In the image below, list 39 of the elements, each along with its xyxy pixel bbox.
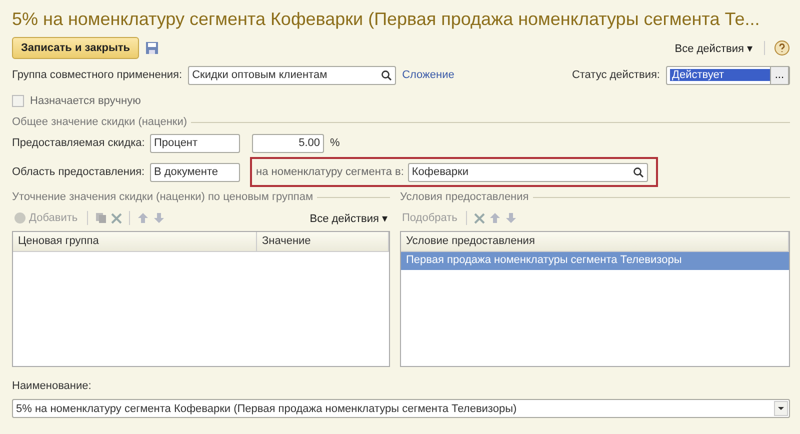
field-label: Область предоставления: — [12, 166, 144, 178]
segment-field[interactable]: Кофеварки — [408, 162, 648, 182]
column-header[interactable]: Значение — [257, 232, 389, 251]
plus-circle-icon — [14, 212, 26, 224]
checkbox[interactable] — [12, 95, 24, 107]
group-title: Условия предоставления — [400, 191, 529, 203]
scope-field[interactable]: В документе — [150, 162, 240, 182]
up-arrow-icon[interactable] — [489, 212, 502, 224]
all-actions-menu[interactable]: Все действия ▾ — [672, 42, 755, 54]
save-close-button[interactable]: Записать и закрыть — [12, 37, 140, 59]
joint-group-field[interactable]: Скидки оптовым клиентам — [188, 66, 396, 84]
field-label: Статус действия: — [572, 69, 660, 81]
up-arrow-icon[interactable] — [136, 212, 149, 224]
down-arrow-icon[interactable] — [505, 212, 518, 224]
discount-type-field[interactable]: Процент — [150, 134, 240, 152]
group-title: Уточнение значения скидки (наценки) по ценовым группам — [12, 191, 314, 203]
copy-icon[interactable] — [94, 212, 107, 224]
all-actions-menu[interactable]: Все действия ▾ — [308, 212, 390, 224]
down-arrow-icon[interactable] — [152, 212, 165, 224]
column-header[interactable]: Ценовая группа — [13, 232, 257, 251]
window-title: 5% на номенклатуру сегмента Кофеварки (Первая продажа номенклатуры сегмента Те... — [12, 8, 761, 31]
field-label: Предоставляемая скидка: — [12, 137, 144, 149]
delete-icon[interactable] — [474, 212, 486, 224]
delete-icon[interactable] — [110, 212, 122, 224]
field-label: на номенклатуру сегмента в: — [256, 166, 404, 178]
field-label: Группа совместного применения: — [12, 69, 182, 81]
discount-value-field[interactable]: 5.00 — [252, 134, 324, 152]
column-header[interactable]: Условие предоставления — [401, 232, 789, 251]
group-title: Общее значение скидки (наценки) — [12, 116, 188, 128]
checkbox-label: Назначается вручную — [30, 95, 141, 107]
addition-link[interactable]: Сложение — [402, 69, 454, 81]
search-icon[interactable] — [632, 166, 644, 178]
search-icon[interactable] — [381, 70, 392, 80]
name-field[interactable]: 5% на номенклатуру сегмента Кофеварки (Первая продажа номенклатуры сегмента Телевизоры) — [12, 399, 790, 418]
choose-button[interactable]: ... — [770, 66, 789, 84]
help-icon[interactable] — [774, 40, 790, 56]
status-field[interactable]: Действует ... — [666, 66, 790, 84]
field-label: Наименование: — [12, 380, 92, 392]
unit-label: % — [330, 137, 340, 149]
